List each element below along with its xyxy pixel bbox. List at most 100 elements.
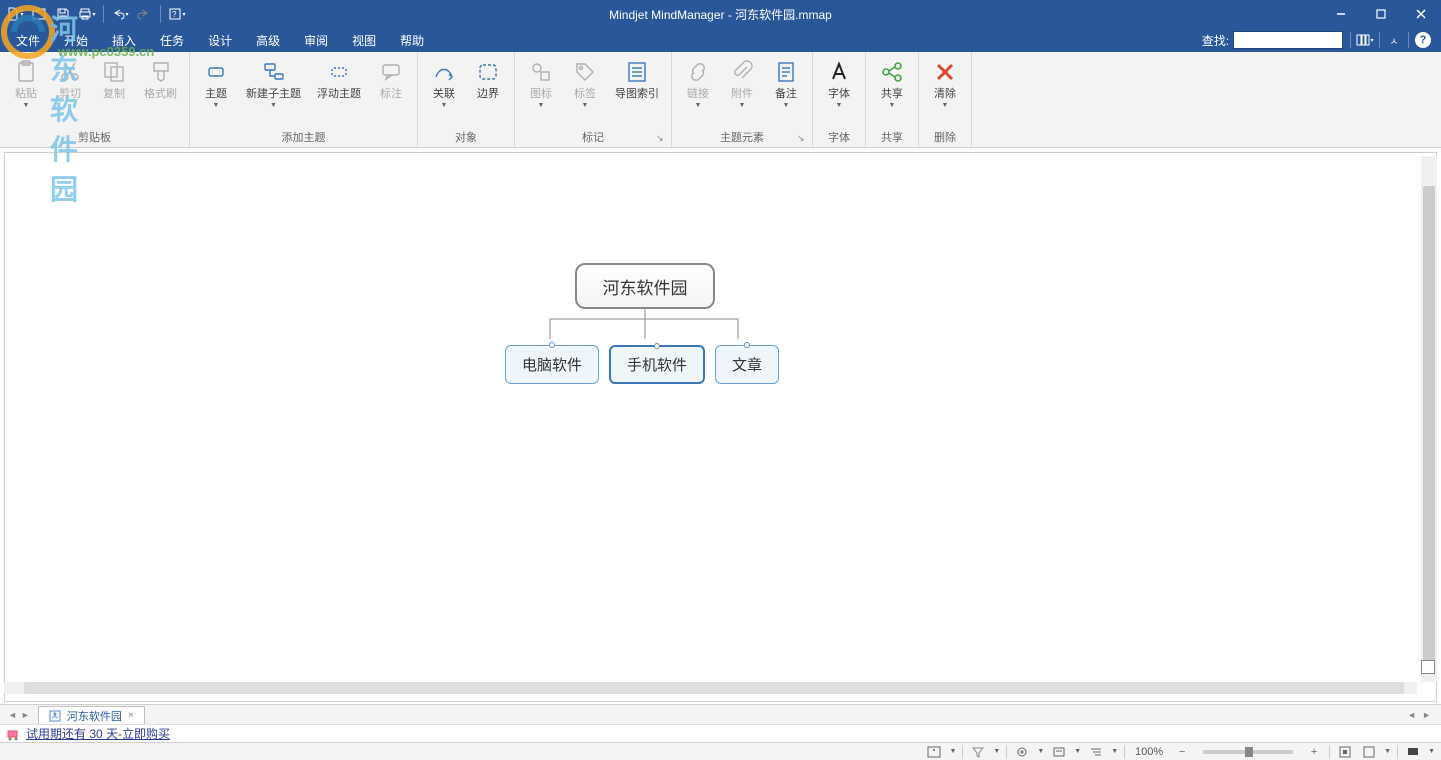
dropdown-icon[interactable]: ▼ [538,102,545,109]
zoom-level[interactable]: 100% [1131,746,1167,758]
filter-dropdown-icon[interactable]: ▼ [993,748,1000,755]
scroll-thumb[interactable] [24,682,1404,694]
expand-dropdown-icon[interactable]: ▼ [1037,748,1044,755]
menu-home[interactable]: 开始 [52,28,100,52]
menu-task[interactable]: 任务 [148,28,196,52]
zoom-in-icon[interactable]: + [1305,744,1323,760]
topic-handle[interactable] [654,343,660,349]
font-button[interactable]: 字体▼ [817,54,861,129]
trial-link[interactable]: 试用期还有 30 天-立即购买 [26,725,170,742]
topic-button[interactable]: 主题▼ [194,54,238,129]
help-dropdown-icon[interactable]: ?▾ [166,3,188,25]
maximize-button[interactable] [1361,0,1401,28]
view-dropdown-icon[interactable]: ▼ [949,748,956,755]
share-button[interactable]: 共享▼ [870,54,914,129]
level-icon[interactable] [1087,744,1105,760]
menu-view[interactable]: 视图 [340,28,388,52]
cart-icon [6,727,20,741]
new-file-icon[interactable]: ▾ [4,3,26,25]
dropdown-icon[interactable]: ▼ [23,102,30,109]
ribbon-group-标记: 图标▼标签▼导图索引标记↘ [515,52,672,147]
canvas[interactable]: 河东软件园 电脑软件手机软件文章 [4,152,1437,702]
collapse-ribbon-icon[interactable]: ㅅ [1384,30,1404,50]
document-tab[interactable]: 河东软件园 × [38,706,145,725]
detail-icon[interactable] [1050,744,1068,760]
central-topic[interactable]: 河东软件园 [575,263,715,309]
horizontal-scrollbar[interactable] [4,682,1417,694]
dropdown-icon[interactable]: ▼ [270,102,277,109]
search-dropdown-icon[interactable]: ▼ [1333,37,1340,44]
minimize-button[interactable] [1321,0,1361,28]
menu-file[interactable]: 文件 [0,28,52,52]
relationship-button[interactable]: 关联▼ [422,54,466,129]
dropdown-icon[interactable]: ▼ [441,102,448,109]
level-dropdown-icon[interactable]: ▼ [1111,748,1118,755]
menu-advanced[interactable]: 高级 [244,28,292,52]
button-label: 共享 [881,88,903,101]
fit-selection-icon[interactable] [1360,744,1378,760]
zoom-slider[interactable] [1203,750,1293,754]
close-button[interactable] [1401,0,1441,28]
fit-icon[interactable] [1336,744,1354,760]
clear-button[interactable]: 清除▼ [923,54,967,129]
dropdown-icon[interactable]: ▼ [213,102,220,109]
open-file-icon[interactable] [28,3,50,25]
dropdown-icon[interactable]: ▼ [836,102,843,109]
presentation-icon[interactable] [1404,744,1422,760]
separator [1408,32,1409,48]
help-icon[interactable]: ? [1413,30,1433,50]
tab-scroll-right-icon[interactable]: ► [1422,710,1431,720]
separator [1006,745,1007,759]
zoom-thumb[interactable] [1245,747,1253,757]
dropdown-icon[interactable]: ▼ [889,102,896,109]
presentation-dropdown-icon[interactable]: ▼ [1428,748,1435,755]
tab-next-icon[interactable]: ► [21,710,30,720]
dialog-launcher-icon[interactable]: ↘ [797,133,809,145]
menu-insert[interactable]: 插入 [100,28,148,52]
group-label: 标记 [515,129,671,147]
tab-prev-icon[interactable]: ◄ [8,710,17,720]
map-index-button[interactable]: 导图索引 [607,54,667,129]
topic-handle[interactable] [744,342,750,348]
redo-icon[interactable] [133,3,155,25]
menu-review[interactable]: 审阅 [292,28,340,52]
format-painter-icon [147,58,175,86]
subtopic-button[interactable]: 新建子主题▼ [238,54,309,129]
search-input[interactable] [1233,31,1343,49]
button-label: 格式刷 [144,88,177,101]
subtopic-2[interactable]: 文章 [715,345,779,384]
view-map-icon[interactable] [925,744,943,760]
fit-dropdown-icon[interactable]: ▼ [1384,748,1391,755]
notes-button[interactable]: 备注▼ [764,54,808,129]
navigation-overview-icon[interactable] [1421,660,1435,674]
vertical-scrollbar[interactable] [1421,156,1437,682]
tab-nav-right: ◄ ► [1407,710,1441,720]
dropdown-icon[interactable]: ▼ [783,102,790,109]
filter-icon[interactable] [969,744,987,760]
scroll-thumb[interactable] [1423,186,1435,666]
menu-design[interactable]: 设计 [196,28,244,52]
subtopic-1[interactable]: 手机软件 [609,345,705,384]
print-icon[interactable]: ▾ [76,3,98,25]
tab-scroll-left-icon[interactable]: ◄ [1407,710,1416,720]
button-label: 链接 [687,88,709,101]
floating-topic-button[interactable]: 浮动主题 [309,54,369,129]
dropdown-icon[interactable]: ▼ [942,102,949,109]
zoom-out-icon[interactable]: − [1173,744,1191,760]
dialog-launcher-icon[interactable]: ↘ [656,133,668,145]
menu-help[interactable]: 帮助 [388,28,436,52]
dropdown-icon[interactable]: ▼ [582,102,589,109]
task-pane-icon[interactable]: ▾ [1355,30,1375,50]
boundary-button[interactable]: 边界 [466,54,510,129]
dropdown-icon[interactable]: ▼ [695,102,702,109]
detail-dropdown-icon[interactable]: ▼ [1074,748,1081,755]
hyperlink-button: 链接▼ [676,54,720,129]
subtopic-0[interactable]: 电脑软件 [505,345,599,384]
save-icon[interactable] [52,3,74,25]
undo-icon[interactable]: ▾ [109,3,131,25]
dropdown-icon[interactable]: ▼ [739,102,746,109]
separator [962,745,963,759]
topic-handle[interactable] [549,342,555,348]
expand-icon[interactable] [1013,744,1031,760]
tab-close-icon[interactable]: × [128,710,134,721]
